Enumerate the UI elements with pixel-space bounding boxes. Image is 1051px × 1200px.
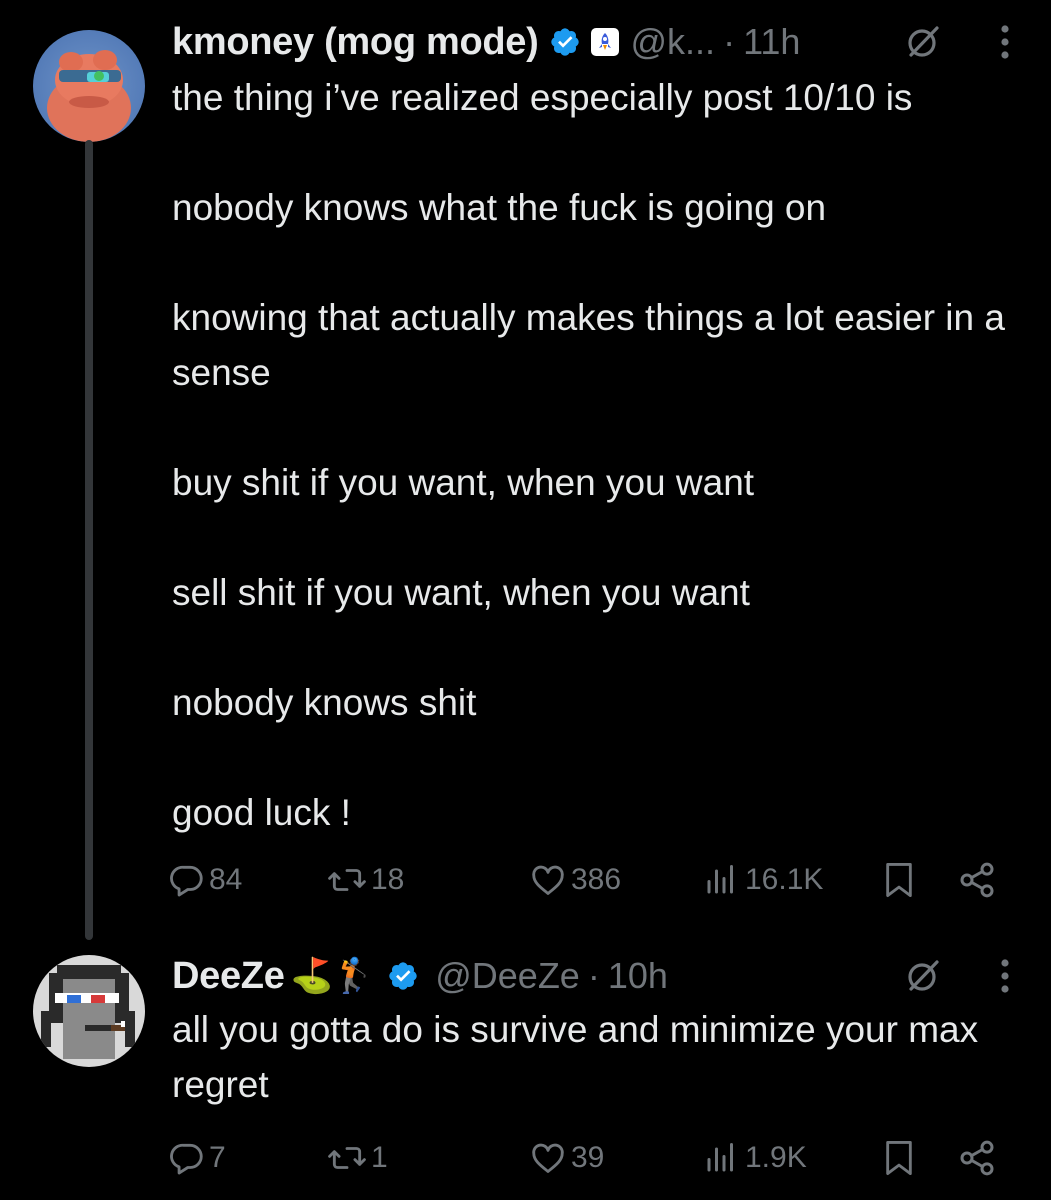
avatar[interactable]: [33, 30, 145, 142]
reply-icon: [170, 1143, 203, 1175]
reply-button[interactable]: 84: [168, 855, 242, 905]
bookmark-button[interactable]: [882, 1133, 916, 1183]
separator-dot: ·: [587, 955, 600, 996]
display-name[interactable]: kmoney (mog mode): [172, 21, 539, 64]
tweet-header: kmoney (mog mode) @k... · 11h: [172, 15, 1011, 69]
tweet-paragraph: good luck !: [172, 792, 351, 833]
reply-icon: [170, 865, 203, 897]
thread-line: [85, 140, 93, 940]
tweet-paragraph: all you gotta do is survive and minimize…: [172, 1009, 979, 1105]
verified-badge-icon[interactable]: [387, 960, 419, 992]
views-button[interactable]: 1.9K: [703, 1133, 807, 1183]
more-options-icon[interactable]: [999, 22, 1011, 62]
reply-count: 7: [209, 1141, 226, 1174]
tweet-paragraph: buy shit if you want, when you want: [172, 462, 755, 503]
views-button[interactable]: 16.1K: [703, 855, 823, 905]
bookmark-icon: [886, 1141, 912, 1176]
repost-button[interactable]: 18: [326, 855, 404, 905]
repost-icon: [328, 1147, 366, 1169]
views-chart-icon: [707, 1143, 733, 1172]
heart-icon: [532, 865, 564, 895]
verified-badge-icon[interactable]: [549, 26, 581, 58]
tweet-kmoney[interactable]: kmoney (mog mode) @k... · 11h the thing …: [0, 0, 1051, 940]
grok-icon[interactable]: [903, 956, 943, 996]
avatar[interactable]: [33, 955, 145, 1067]
share-button[interactable]: [956, 1133, 998, 1183]
like-button[interactable]: 39: [528, 1133, 604, 1183]
display-name[interactable]: DeeZe: [172, 955, 285, 998]
views-count: 1.9K: [745, 1141, 807, 1174]
tweet-text: all you gotta do is survive and minimize…: [172, 1002, 1012, 1112]
tweet-text: the thing i’ve realized especially post …: [172, 70, 1022, 840]
heart-icon: [532, 1143, 564, 1173]
bookmark-icon: [886, 863, 912, 897]
views-chart-icon: [707, 865, 733, 894]
user-handle[interactable]: @DeeZe: [435, 955, 580, 997]
tweet-paragraph: sell shit if you want, when you want: [172, 572, 750, 613]
like-count: 39: [571, 1141, 605, 1174]
share-button[interactable]: [956, 855, 998, 905]
reply-count: 84: [209, 863, 243, 896]
pixel-punk-avatar-icon: [33, 955, 145, 1067]
tweet-actions: 7 1 39 1.9K: [168, 1133, 1008, 1183]
grok-icon[interactable]: [903, 22, 943, 62]
tweet-header: DeeZe ⛳🏌 @DeeZe · 10h: [172, 949, 1011, 1003]
tweet-deeze[interactable]: DeeZe ⛳🏌 @DeeZe · 10h all you gotta do i…: [0, 940, 1051, 1200]
share-icon: [960, 1140, 994, 1176]
like-count: 386: [571, 863, 622, 896]
repost-count: 1: [371, 1141, 388, 1174]
user-handle[interactable]: @k...: [631, 21, 716, 63]
repost-count: 18: [371, 863, 405, 896]
tweet-actions: 84 18 386 16.1K: [168, 855, 1008, 905]
more-options-icon[interactable]: [999, 956, 1011, 996]
tweet-paragraph: knowing that actually makes things a lot…: [172, 297, 1005, 393]
like-button[interactable]: 386: [528, 855, 621, 905]
views-count: 16.1K: [745, 863, 824, 896]
repost-icon: [328, 869, 366, 891]
spaceship-icon[interactable]: [590, 28, 619, 56]
timestamp[interactable]: 10h: [608, 955, 668, 997]
tweet-paragraph: nobody knows what the fuck is going on: [172, 187, 827, 228]
share-icon: [960, 862, 994, 898]
bookmark-button[interactable]: [882, 855, 916, 905]
reply-button[interactable]: 7: [168, 1133, 226, 1183]
tweet-paragraph: nobody knows shit: [172, 682, 477, 723]
repost-button[interactable]: 1: [326, 1133, 388, 1183]
separator-dot: ·: [723, 21, 736, 62]
timestamp[interactable]: 11h: [743, 21, 800, 63]
tweet-paragraph: the thing i’ve realized especially post …: [172, 77, 913, 118]
frog-avatar-icon: [33, 30, 145, 142]
name-emojis: ⛳🏌: [290, 957, 376, 995]
